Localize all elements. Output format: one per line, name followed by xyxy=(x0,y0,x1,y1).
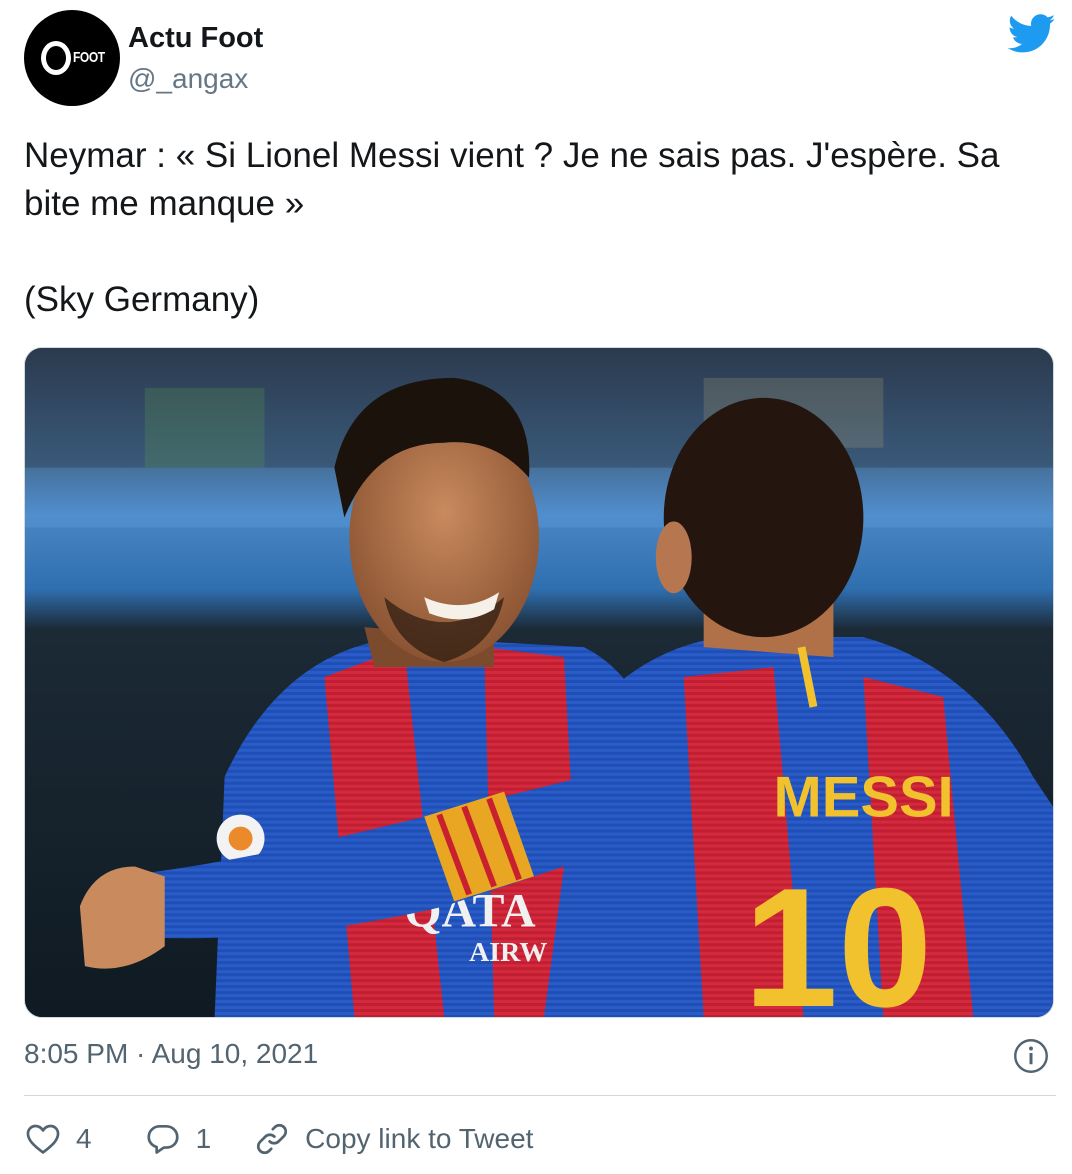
twitter-bird-icon[interactable] xyxy=(1008,14,1056,54)
tweet-photo[interactable]: QATA AIRW MESSI 10 xyxy=(24,347,1054,1018)
tweet-card: FOOT Actu Foot @_angax Neymar : « Si Lio… xyxy=(0,0,1072,1174)
tweet-actions: 4 1 Copy link to Tweet xyxy=(24,1116,533,1162)
heart-icon xyxy=(26,1124,60,1154)
avatar-logo-text: FOOT xyxy=(73,49,105,66)
photo-illustration: QATA AIRW MESSI 10 xyxy=(25,348,1053,1017)
tweet-text-line: (Sky Germany) xyxy=(24,280,260,319)
shirt-number-text: 10 xyxy=(744,852,933,1017)
avatar[interactable]: FOOT xyxy=(24,10,120,106)
copy-link-label: Copy link to Tweet xyxy=(305,1123,534,1154)
reply-button[interactable]: 1 xyxy=(144,1120,212,1158)
tweet-timestamp[interactable]: 8:05 PM · Aug 10, 2021 xyxy=(24,1038,318,1070)
author-handle[interactable]: @_angax xyxy=(128,63,248,95)
tweet-text: Neymar : « Si Lionel Messi vient ? Je ne… xyxy=(24,132,1054,324)
sponsor-text: AIRW xyxy=(469,937,547,968)
copy-link-button[interactable]: Copy link to Tweet xyxy=(253,1120,533,1158)
link-icon xyxy=(257,1123,288,1155)
info-icon[interactable] xyxy=(1013,1038,1049,1074)
like-count: 4 xyxy=(76,1123,92,1154)
divider xyxy=(24,1095,1056,1096)
avatar-logo-ring xyxy=(41,41,71,75)
reply-count: 1 xyxy=(195,1123,212,1154)
like-button[interactable]: 4 xyxy=(24,1120,92,1158)
reply-bubble-icon xyxy=(146,1124,179,1154)
tweet-text-line: Neymar : « Si Lionel Messi vient ? Je ne… xyxy=(24,136,1000,223)
shirt-name-text: MESSI xyxy=(774,766,954,830)
author-display-name[interactable]: Actu Foot xyxy=(128,22,263,55)
